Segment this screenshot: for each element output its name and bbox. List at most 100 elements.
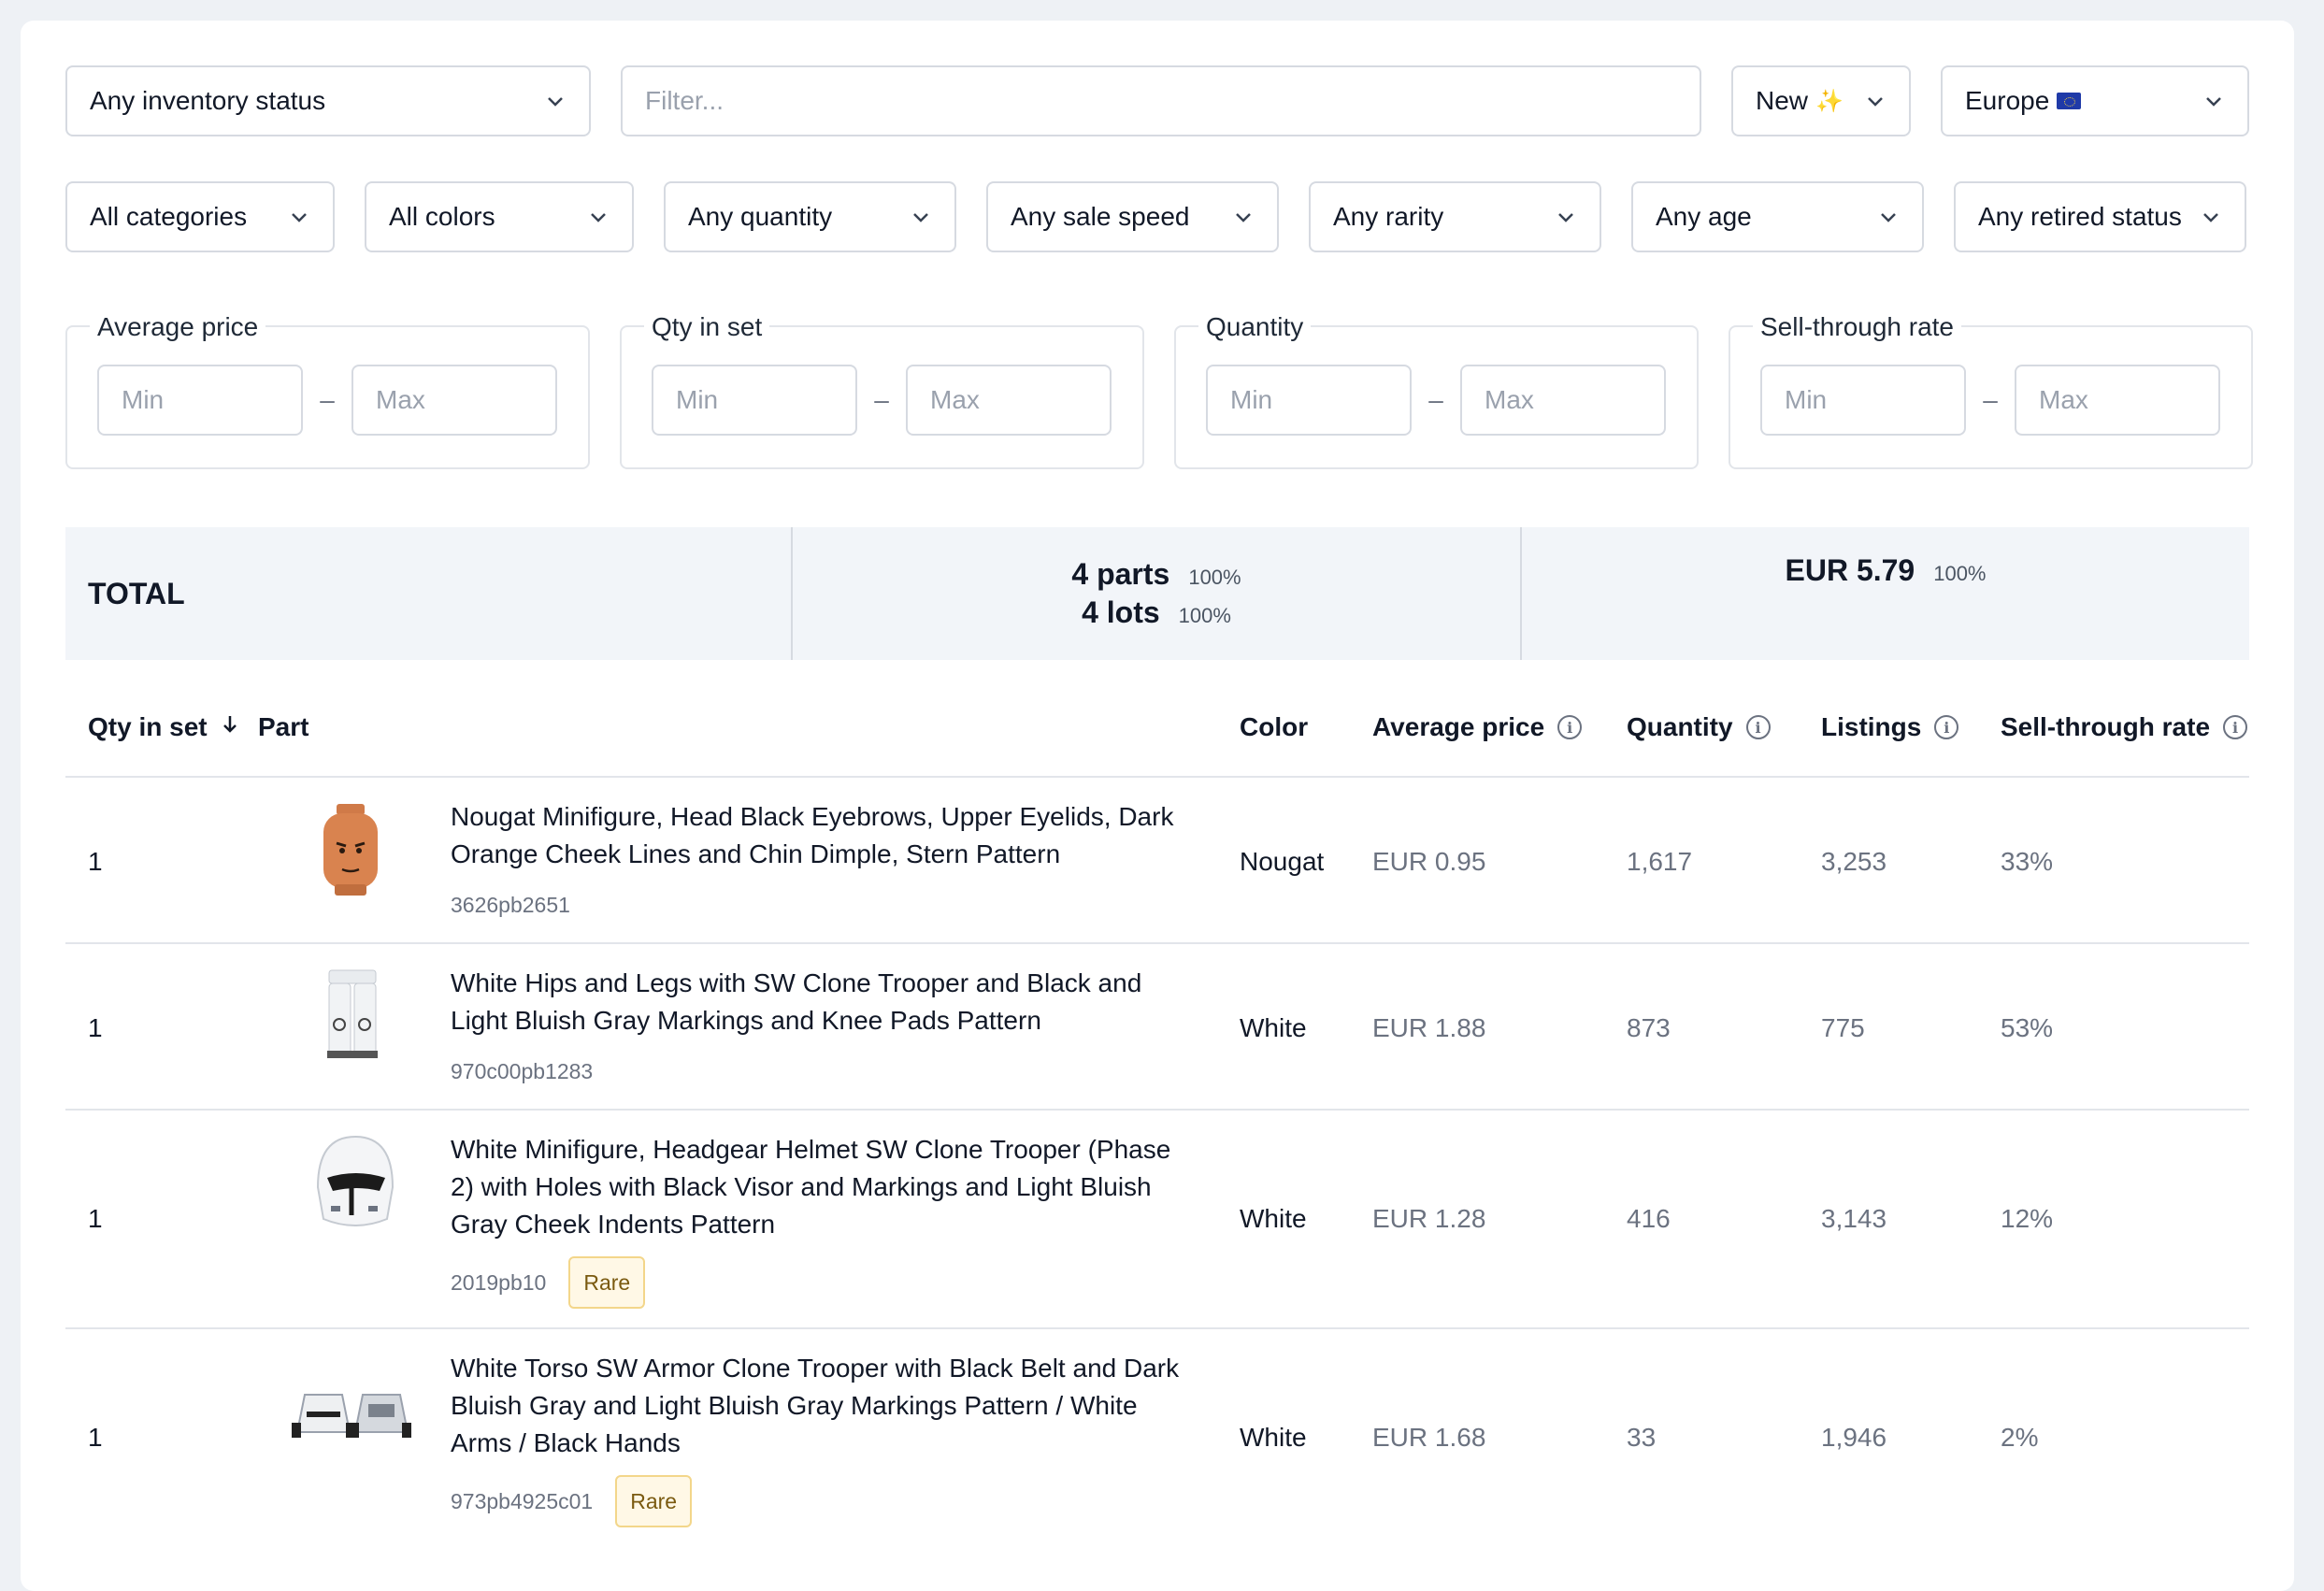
info-icon[interactable]: i [1934, 715, 1959, 739]
column-part[interactable]: Part [258, 712, 308, 742]
chevron-down-icon [1232, 206, 1255, 228]
row-quantity: 873 [1627, 1013, 1671, 1042]
filter-row-secondary: All categories All colors Any quantity A… [65, 181, 2246, 252]
range-dash: – [1428, 385, 1443, 414]
row-qty: 1 [88, 847, 103, 876]
column-color[interactable]: Color [1240, 712, 1308, 742]
categories-select[interactable]: All categories [65, 181, 335, 252]
region-select[interactable]: Europe [1941, 65, 2249, 136]
total-parts-pct: 100% [1188, 566, 1241, 589]
inventory-status-select[interactable]: Any inventory status [65, 65, 591, 136]
quantity-select[interactable]: Any quantity [664, 181, 956, 252]
row-color: White [1240, 1204, 1307, 1233]
chevron-down-icon [910, 206, 932, 228]
total-parts: 4 parts [1071, 557, 1170, 591]
column-label: Qty in set [88, 712, 208, 741]
part-name[interactable]: Nougat Minifigure, Head Black Eyebrows, … [451, 798, 1189, 873]
eu-flag-icon [2057, 93, 2082, 109]
part-name[interactable]: White Minifigure, Headgear Helmet SW Clo… [451, 1131, 1189, 1243]
retired-status-select[interactable]: Any retired status [1954, 181, 2246, 252]
column-qty-in-set[interactable]: Qty in set [88, 712, 239, 742]
row-color: Nougat [1240, 847, 1325, 876]
age-select[interactable]: Any age [1631, 181, 1924, 252]
total-label: TOTAL [65, 527, 793, 660]
range-dash: – [1983, 385, 1998, 414]
average-price-max-input[interactable] [351, 365, 557, 436]
sell-through-max-input[interactable] [2015, 365, 2220, 436]
total-value: EUR 5.79 [1785, 553, 1915, 587]
quantity-max-input[interactable] [1460, 365, 1666, 436]
total-summary: TOTAL 4 parts 100% 4 lots 100% EUR 5.79 100… [65, 527, 2249, 660]
filter-input[interactable] [621, 65, 1701, 136]
rarity-select[interactable]: Any rarity [1309, 181, 1601, 252]
column-quantity[interactable]: Quantity i [1627, 712, 1771, 742]
column-listings[interactable]: Listings i [1821, 712, 1959, 742]
rarity-value: Any rarity [1333, 202, 1444, 231]
table-row[interactable]: 1 Nougat Minifigure, Head Black Eyebrows… [65, 778, 2249, 944]
qty-in-set-max-input[interactable] [906, 365, 1112, 436]
table-row[interactable]: 1 White Torso SW Armor Clone Trooper wit… [65, 1329, 2249, 1548]
row-avg-price: EUR 1.88 [1372, 1013, 1486, 1042]
info-icon[interactable]: i [1745, 715, 1771, 739]
table-row[interactable]: 1 White Minifigure, Headgear Helmet SW C… [65, 1111, 2249, 1329]
range-average-price: Average price – [65, 312, 590, 469]
row-avg-price: EUR 1.28 [1372, 1204, 1486, 1233]
column-label: Color [1240, 712, 1309, 741]
quantity-min-input[interactable] [1206, 365, 1412, 436]
row-quantity: 416 [1627, 1204, 1671, 1233]
row-qty: 1 [88, 1013, 103, 1042]
chevron-down-icon [1864, 90, 1886, 112]
part-info: Nougat Minifigure, Head Black Eyebrows, … [451, 798, 1189, 924]
sparkle-icon: ✨ [1815, 88, 1843, 114]
column-label: Average price [1372, 712, 1545, 741]
inventory-status-value: Any inventory status [90, 86, 326, 115]
info-icon[interactable]: i [2223, 715, 2248, 739]
average-price-min-input[interactable] [97, 365, 303, 436]
chevron-down-icon [544, 90, 567, 112]
chevron-down-icon [2200, 206, 2222, 228]
clone-torso-thumbnail [292, 1394, 411, 1438]
range-qty-in-set: Qty in set – [620, 312, 1144, 469]
chevron-down-icon [587, 206, 610, 228]
qty-in-set-min-input[interactable] [652, 365, 857, 436]
total-lots: 4 lots [1082, 595, 1160, 629]
part-id: 973pb4925c01 [451, 1489, 594, 1513]
row-sell-through: 53% [2001, 1013, 2054, 1042]
info-icon[interactable]: i [1557, 715, 1583, 739]
column-average-price[interactable]: Average price i [1372, 712, 1583, 742]
range-dash: – [874, 385, 889, 414]
row-avg-price: EUR 0.95 [1372, 847, 1486, 876]
filter-row-primary: Any inventory status New✨ Europe [65, 65, 2249, 136]
colors-value: All colors [389, 202, 495, 231]
part-id: 970c00pb1283 [451, 1059, 594, 1083]
row-sell-through: 12% [2001, 1204, 2054, 1233]
part-name[interactable]: White Torso SW Armor Clone Trooper with … [451, 1350, 1189, 1462]
row-listings: 775 [1821, 1013, 1865, 1042]
retired-status-value: Any retired status [1978, 202, 2182, 231]
column-sell-through[interactable]: Sell-through rate i [2001, 712, 2248, 742]
colors-select[interactable]: All colors [365, 181, 634, 252]
table-row[interactable]: 1 White Hips and Legs with SW Clone Troo… [65, 944, 2249, 1111]
column-label: Quantity [1627, 712, 1733, 741]
part-name[interactable]: White Hips and Legs with SW Clone Troope… [451, 965, 1189, 1039]
part-id: 3626pb2651 [451, 893, 570, 917]
range-label: Quantity [1198, 312, 1312, 342]
table-header: Qty in set Part Color Average price i Qu… [65, 675, 2249, 778]
condition-select[interactable]: New ✨ [1731, 65, 1911, 136]
sale-speed-select[interactable]: Any sale speed [986, 181, 1279, 252]
row-quantity: 1,617 [1627, 847, 1693, 876]
clone-helmet-thumbnail [316, 1135, 395, 1226]
total-value-pct: 100% [1933, 562, 1987, 585]
row-sell-through: 33% [2001, 847, 2054, 876]
quantity-value: Any quantity [688, 202, 833, 231]
sell-through-min-input[interactable] [1760, 365, 1966, 436]
total-value-cell: EUR 5.79 100% [1522, 527, 2249, 660]
row-avg-price: EUR 1.68 [1372, 1423, 1486, 1452]
rarity-badge: Rare [568, 1256, 646, 1309]
categories-value: All categories [90, 202, 248, 231]
range-label: Qty in set [644, 312, 770, 342]
part-info: White Minifigure, Headgear Helmet SW Clo… [451, 1131, 1189, 1309]
range-filters: Average price – Qty in set – Quantity – [65, 312, 2253, 469]
condition-value: New [1756, 86, 1809, 115]
minifig-legs-thumbnail [327, 969, 378, 1058]
